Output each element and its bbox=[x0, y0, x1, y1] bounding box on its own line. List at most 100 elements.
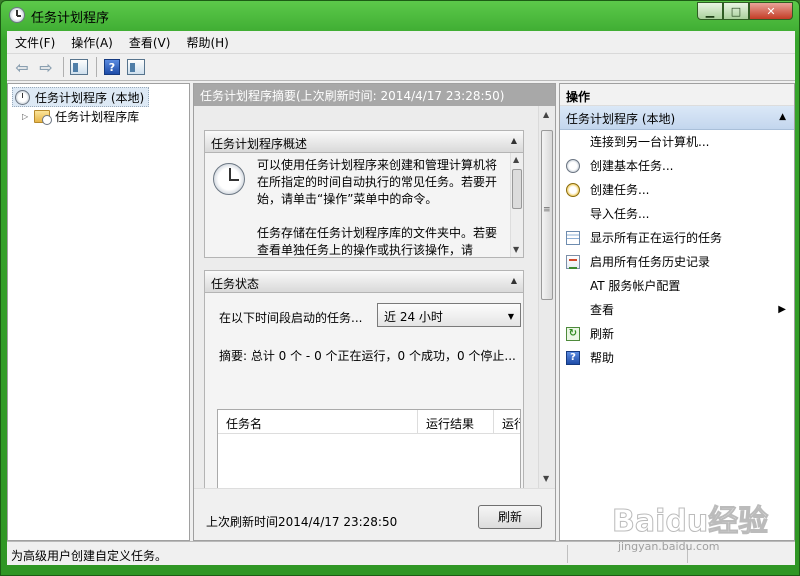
summary-pane: 任务计划程序摘要(上次刷新时间: 2014/4/17 23:28:50) 任务计… bbox=[193, 83, 556, 541]
action-label: 显示所有正在运行的任务 bbox=[590, 231, 723, 245]
time-range-value: 近 24 小时 bbox=[384, 310, 443, 324]
overview-paragraph: 可以使用任务计划程序来创建和管理计算机将在所指定的时间自动执行的常见任务。若要开… bbox=[257, 158, 498, 206]
action-pane-icon bbox=[127, 59, 145, 75]
collapse-up-icon[interactable]: ▲ bbox=[779, 112, 786, 122]
show-hide-console-tree-button[interactable] bbox=[68, 56, 90, 78]
show-hide-action-pane-button[interactable] bbox=[125, 56, 147, 78]
status-bar: 为高级用户创建自定义任务。 bbox=[7, 541, 795, 565]
action-create-task[interactable]: 创建任务... bbox=[560, 178, 794, 202]
actions-pane: 操作 任务计划程序 (本地) ▲ 连接到另一台计算机... 创建基本任务... … bbox=[559, 83, 795, 541]
overview-text: 可以使用任务计划程序来创建和管理计算机将在所指定的时间自动执行的常见任务。若要开… bbox=[257, 157, 497, 257]
action-show-running-tasks[interactable]: 显示所有正在运行的任务 bbox=[560, 226, 794, 250]
actions-header: 操作 bbox=[560, 84, 794, 106]
help-icon: ? bbox=[566, 351, 580, 365]
scroll-up-arrow-icon[interactable]: ▲ bbox=[543, 110, 549, 119]
summary-footer: 上次刷新时间2014/4/17 23:28:50 刷新 bbox=[194, 488, 555, 540]
title-bar[interactable]: 任务计划程序 ▁ □ ✕ bbox=[1, 1, 799, 31]
toolbar-separator bbox=[63, 57, 64, 77]
menu-bar: 文件(F) 操作(A) 查看(V) 帮助(H) bbox=[7, 31, 795, 53]
console-tree: 任务计划程序 (本地) ▷ 任务计划程序库 bbox=[7, 83, 190, 541]
clock-icon bbox=[15, 89, 30, 105]
window-controls: ▁ □ ✕ bbox=[697, 2, 793, 20]
summary-scrollbar[interactable]: ▲ ▼ bbox=[538, 106, 555, 488]
action-view[interactable]: 查看 ▶ bbox=[560, 298, 794, 322]
log-icon bbox=[566, 255, 580, 269]
action-label: AT 服务帐户配置 bbox=[590, 279, 681, 293]
action-refresh[interactable]: ↻ 刷新 bbox=[560, 322, 794, 346]
action-help[interactable]: ? 帮助 bbox=[560, 346, 794, 370]
overview-section-header[interactable]: 任务计划程序概述 ▲ bbox=[205, 131, 523, 153]
action-label: 导入任务... bbox=[590, 207, 650, 221]
action-connect-computer[interactable]: 连接到另一台计算机... bbox=[560, 130, 794, 154]
summary-body: 任务计划程序概述 ▲ 可以使用任务计划程序来创建和管理计算机将在所指定的时间自动… bbox=[194, 106, 555, 530]
help-icon: ? bbox=[104, 59, 120, 75]
list-icon bbox=[566, 231, 580, 245]
scroll-thumb[interactable] bbox=[512, 169, 522, 209]
folder-clock-icon bbox=[34, 109, 53, 125]
back-button[interactable]: ⇦ bbox=[11, 56, 33, 78]
menu-file[interactable]: 文件(F) bbox=[7, 34, 63, 51]
status-text: 为高级用户创建自定义任务。 bbox=[11, 549, 168, 563]
toolbar: ⇦ ⇨ ? bbox=[7, 53, 795, 81]
refresh-icon: ↻ bbox=[566, 327, 580, 341]
action-label: 帮助 bbox=[590, 351, 615, 365]
column-header-run[interactable]: 运行 bbox=[494, 410, 520, 433]
status-divider bbox=[567, 545, 568, 563]
overview-body: 可以使用任务计划程序来创建和管理计算机将在所指定的时间自动执行的常见任务。若要开… bbox=[205, 153, 523, 257]
app-window: 任务计划程序 ▁ □ ✕ 文件(F) 操作(A) 查看(V) 帮助(H) ⇦ ⇨… bbox=[0, 0, 800, 576]
status-divider bbox=[687, 545, 688, 563]
collapse-up-icon[interactable]: ▲ bbox=[511, 276, 517, 285]
action-label: 查看 bbox=[590, 303, 615, 317]
back-arrow-icon: ⇦ bbox=[15, 57, 29, 77]
menu-view[interactable]: 查看(V) bbox=[121, 34, 179, 51]
task-scheduler-clock-icon bbox=[213, 163, 245, 195]
scroll-down-arrow-icon[interactable]: ▼ bbox=[513, 245, 519, 254]
actions-group-title: 任务计划程序 (本地) bbox=[566, 112, 676, 126]
task-status-section-header[interactable]: 任务状态 ▲ bbox=[205, 271, 523, 293]
collapse-up-icon[interactable]: ▲ bbox=[511, 136, 517, 145]
column-header-run-result[interactable]: 运行结果 bbox=[418, 410, 494, 433]
action-enable-task-history[interactable]: 启用所有任务历史记录 bbox=[560, 250, 794, 274]
menu-help[interactable]: 帮助(H) bbox=[178, 34, 236, 51]
forward-button[interactable]: ⇨ bbox=[35, 56, 57, 78]
expand-arrow-icon[interactable]: ▷ bbox=[22, 112, 28, 121]
main-area: 任务计划程序 (本地) ▷ 任务计划程序库 任务计划程序摘要(上次刷新时间: 2… bbox=[7, 81, 795, 541]
menu-action[interactable]: 操作(A) bbox=[63, 34, 121, 51]
action-import-task[interactable]: 导入任务... bbox=[560, 202, 794, 226]
status-summary: 摘要: 总计 0 个 - 0 个正在运行，0 个成功，0 个停止... bbox=[219, 349, 516, 363]
time-range-select[interactable]: 近 24 小时 ▼ bbox=[377, 303, 521, 327]
window-title: 任务计划程序 bbox=[31, 11, 110, 26]
last-refresh-time: 上次刷新时间2014/4/17 23:28:50 bbox=[206, 515, 398, 529]
maximize-button[interactable]: □ bbox=[723, 2, 749, 20]
tree-item-label: 任务计划程序 (本地) bbox=[35, 90, 145, 105]
overview-scrollbar[interactable]: ▲ ▼ bbox=[510, 153, 523, 257]
action-label: 创建基本任务... bbox=[590, 159, 674, 173]
dropdown-arrow-icon: ▼ bbox=[507, 312, 514, 321]
action-label: 连接到另一台计算机... bbox=[590, 135, 710, 149]
scroll-down-arrow-icon[interactable]: ▼ bbox=[543, 474, 549, 483]
tree-item-task-scheduler-library[interactable]: ▷ 任务计划程序库 bbox=[22, 106, 139, 126]
overview-paragraph: 任务存储在任务计划程序库的文件夹中。若要查看单独任务上的操作或执行该操作，请 bbox=[257, 226, 498, 257]
action-label: 创建任务... bbox=[590, 183, 650, 197]
tree-item-label: 任务计划程序库 bbox=[55, 109, 140, 124]
actions-group-header[interactable]: 任务计划程序 (本地) ▲ bbox=[560, 106, 794, 130]
action-at-service-account[interactable]: AT 服务帐户配置 bbox=[560, 274, 794, 298]
close-button[interactable]: ✕ bbox=[749, 2, 793, 20]
time-range-label: 在以下时间段启动的任务... bbox=[219, 311, 363, 325]
column-header-task-name[interactable]: 任务名 bbox=[218, 410, 418, 433]
minimize-button[interactable]: ▁ bbox=[697, 2, 723, 20]
action-create-basic-task[interactable]: 创建基本任务... bbox=[560, 154, 794, 178]
task-icon bbox=[566, 183, 580, 197]
scroll-up-arrow-icon[interactable]: ▲ bbox=[513, 155, 519, 164]
refresh-button[interactable]: 刷新 bbox=[478, 505, 542, 529]
scroll-thumb[interactable] bbox=[541, 130, 553, 300]
help-button[interactable]: ? bbox=[101, 56, 123, 78]
task-scheduler-clock-icon bbox=[9, 7, 25, 23]
task-status-title: 任务状态 bbox=[211, 277, 260, 291]
submenu-arrow-icon: ▶ bbox=[778, 304, 786, 315]
tree-item-task-scheduler-local[interactable]: 任务计划程序 (本地) bbox=[12, 87, 150, 107]
overview-section: 任务计划程序概述 ▲ 可以使用任务计划程序来创建和管理计算机将在所指定的时间自动… bbox=[204, 130, 524, 258]
overview-title: 任务计划程序概述 bbox=[211, 137, 308, 151]
action-label: 刷新 bbox=[590, 327, 615, 341]
action-label: 启用所有任务历史记录 bbox=[590, 255, 711, 269]
